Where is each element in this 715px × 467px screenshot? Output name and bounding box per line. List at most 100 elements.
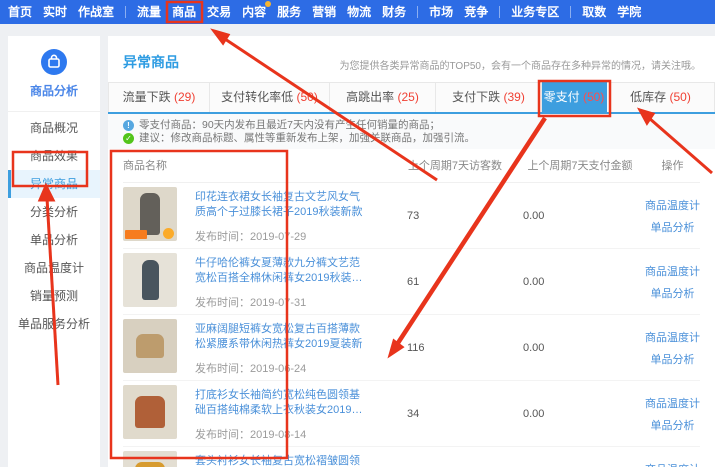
col-header-pay-amount: 上个周期7天支付金额 bbox=[515, 157, 645, 173]
nav-item-首页[interactable]: 首页 bbox=[8, 0, 32, 24]
garment-shape bbox=[136, 334, 164, 358]
anomaly-tabs: 流量下跌 (29)支付转化率低 (50)高跳出率 (25)支付下跌 (39)零支… bbox=[108, 82, 715, 114]
sidebar-item-分类分析[interactable]: 分类分析 bbox=[8, 198, 100, 226]
sidebar-item-商品概况[interactable]: 商品概况 bbox=[8, 114, 100, 142]
product-title-link[interactable]: 印花连衣裙女长袖复古文艺风女气质高个子过膝长裙子2019秋装新款 bbox=[195, 190, 367, 220]
pay-amount-value: 0.00 bbox=[515, 276, 645, 288]
product-info: 印花连衣裙女长袖复古文艺风女气质高个子过膝长裙子2019秋装新款发布时间：201… bbox=[195, 187, 367, 244]
sidebar-item-单品服务分析[interactable]: 单品服务分析 bbox=[8, 310, 100, 338]
tip-text: 零支付商品：90天内发布且最近7天内没有产生任何销量的商品； bbox=[139, 119, 440, 132]
tab-流量下跌[interactable]: 流量下跌 (29) bbox=[108, 82, 210, 112]
garment-shape bbox=[140, 193, 160, 235]
product-image[interactable] bbox=[123, 385, 177, 439]
product-image[interactable] bbox=[123, 451, 177, 467]
nav-item-交易[interactable]: 交易 bbox=[207, 0, 231, 24]
check-icon: ✓ bbox=[123, 133, 134, 144]
product-cell: 套头衬衫女长袖复古宽松褶皱圆领百搭休闲体恤上衣女2019秋装新款发布时间：201… bbox=[123, 451, 395, 467]
promo-badge bbox=[163, 228, 174, 239]
tab-count: (50) bbox=[670, 90, 691, 104]
nav-item-作战室[interactable]: 作战室 bbox=[78, 0, 114, 24]
tab-支付转化率低[interactable]: 支付转化率低 (50) bbox=[210, 82, 330, 112]
nav-item-内容[interactable]: 内容 bbox=[242, 0, 266, 24]
visitors-value: 34 bbox=[395, 408, 515, 420]
product-image[interactable] bbox=[123, 253, 177, 307]
table-row: 套头衬衫女长袖复古宽松褶皱圆领百搭休闲体恤上衣女2019秋装新款发布时间：201… bbox=[123, 447, 700, 467]
nav-item-竞争[interactable]: 竞争 bbox=[464, 0, 488, 24]
tab-label: 零支付 bbox=[544, 90, 583, 104]
sidebar-item-销量预测[interactable]: 销量预测 bbox=[8, 282, 100, 310]
nav-item-学院[interactable]: 学院 bbox=[617, 0, 641, 24]
sidebar: 商品分析 商品概况商品效果异常商品分类分析单品分析商品温度计销量预测单品服务分析 bbox=[8, 36, 100, 467]
sidebar-item-单品分析[interactable]: 单品分析 bbox=[8, 226, 100, 254]
nav-item-商品[interactable]: 商品 bbox=[172, 0, 196, 24]
nav-item-市场[interactable]: 市场 bbox=[429, 0, 453, 24]
action-link-商品温度计[interactable]: 商品温度计 bbox=[645, 197, 700, 213]
product-image[interactable] bbox=[123, 187, 177, 241]
notification-badge bbox=[265, 1, 271, 7]
tab-count: (39) bbox=[504, 90, 525, 104]
main-panel: 异常商品 为您提供各类异常商品的TOP50，会有一个商品存在多种异常的情况，请关… bbox=[108, 36, 715, 467]
visitors-value: 116 bbox=[395, 342, 515, 354]
tab-label: 支付转化率低 bbox=[221, 90, 296, 104]
action-link-商品温度计[interactable]: 商品温度计 bbox=[645, 461, 700, 467]
tab-count: (50) bbox=[297, 90, 318, 104]
actions-cell: 商品温度计单品分析 bbox=[645, 263, 700, 301]
nav-item-取数[interactable]: 取数 bbox=[582, 0, 606, 24]
product-title-link[interactable]: 套头衬衫女长袖复古宽松褶皱圆领百搭休闲体恤上衣女2019秋装新款 bbox=[195, 454, 367, 467]
divider bbox=[8, 111, 100, 112]
nav-item-流量[interactable]: 流量 bbox=[137, 0, 161, 24]
product-cell: 牛仔哈伦裤女夏薄款九分裤文艺范宽松百搭全棉休闲裤女2019秋装新款发布时间：20… bbox=[123, 253, 395, 310]
nav-item-服务[interactable]: 服务 bbox=[277, 0, 301, 24]
tab-label: 支付下跌 bbox=[452, 90, 503, 104]
action-link-单品分析[interactable]: 单品分析 bbox=[651, 285, 695, 301]
action-link-商品温度计[interactable]: 商品温度计 bbox=[645, 329, 700, 345]
tab-支付下跌[interactable]: 支付下跌 (39) bbox=[436, 82, 542, 112]
page-title: 异常商品 bbox=[123, 52, 179, 72]
nav-divider bbox=[499, 6, 500, 18]
action-link-商品温度计[interactable]: 商品温度计 bbox=[645, 263, 700, 279]
col-header-product-name: 商品名称 bbox=[123, 157, 395, 173]
app-window: 首页实时作战室流量商品交易内容服务营销物流财务市场竞争业务专区取数学院 商品分析… bbox=[0, 0, 715, 467]
pay-amount-value: 0.00 bbox=[515, 342, 645, 354]
sidebar-item-商品效果[interactable]: 商品效果 bbox=[8, 142, 100, 170]
table-row: 印花连衣裙女长袖复古文艺风女气质高个子过膝长裙子2019秋装新款发布时间：201… bbox=[123, 183, 700, 249]
product-info: 打底衫女长袖简约宽松纯色圆领基础百搭纯棉柔软上衣秋装女2019新款发布时间：20… bbox=[195, 385, 367, 442]
publish-date: 发布时间：2019-07-29 bbox=[195, 228, 367, 244]
action-link-单品分析[interactable]: 单品分析 bbox=[651, 351, 695, 367]
action-link-商品温度计[interactable]: 商品温度计 bbox=[645, 395, 700, 411]
tips-bar: !零支付商品：90天内发布且最近7天内没有产生任何销量的商品；✓建议：修改商品标… bbox=[108, 114, 715, 149]
nav-item-业务专区[interactable]: 业务专区 bbox=[511, 0, 559, 24]
publish-date: 发布时间：2019-06-24 bbox=[195, 360, 367, 376]
product-info: 牛仔哈伦裤女夏薄款九分裤文艺范宽松百搭全棉休闲裤女2019秋装新款发布时间：20… bbox=[195, 253, 367, 310]
table-header-row: 商品名称 上个周期7天访客数 上个周期7天支付金额 操作 bbox=[123, 149, 700, 183]
product-title-link[interactable]: 亚麻阔腿短裤女宽松复古百搭薄款松紧腰系带休闲热裤女2019夏装新 bbox=[195, 322, 367, 352]
product-cell: 打底衫女长袖简约宽松纯色圆领基础百搭纯棉柔软上衣秋装女2019新款发布时间：20… bbox=[123, 385, 395, 442]
sidebar-item-异常商品[interactable]: 异常商品 bbox=[8, 170, 100, 198]
nav-item-营销[interactable]: 营销 bbox=[312, 0, 336, 24]
top-nav: 首页实时作战室流量商品交易内容服务营销物流财务市场竞争业务专区取数学院 bbox=[0, 0, 715, 24]
page-note: 为您提供各类异常商品的TOP50，会有一个商品存在多种异常的情况，请关注哦。 bbox=[340, 57, 702, 72]
action-link-单品分析[interactable]: 单品分析 bbox=[651, 219, 695, 235]
col-header-actions: 操作 bbox=[645, 157, 700, 173]
product-title-link[interactable]: 打底衫女长袖简约宽松纯色圆领基础百搭纯棉柔软上衣秋装女2019新款 bbox=[195, 388, 367, 418]
action-link-单品分析[interactable]: 单品分析 bbox=[651, 417, 695, 433]
tab-count: (50) bbox=[583, 90, 604, 104]
visitors-value: 73 bbox=[395, 210, 515, 222]
product-image[interactable] bbox=[123, 319, 177, 373]
nav-item-财务[interactable]: 财务 bbox=[382, 0, 406, 24]
promo-badge bbox=[125, 230, 147, 239]
product-table: 商品名称 上个周期7天访客数 上个周期7天支付金额 操作 印花连衣裙女长袖复古文… bbox=[108, 149, 715, 467]
tab-count: (29) bbox=[174, 90, 195, 104]
nav-item-物流[interactable]: 物流 bbox=[347, 0, 371, 24]
nav-divider bbox=[417, 6, 418, 18]
nav-item-实时[interactable]: 实时 bbox=[43, 0, 67, 24]
tab-零支付[interactable]: 零支付 (50) bbox=[542, 82, 607, 112]
product-title-link[interactable]: 牛仔哈伦裤女夏薄款九分裤文艺范宽松百搭全棉休闲裤女2019秋装新款 bbox=[195, 256, 367, 286]
sidebar-menu: 商品概况商品效果异常商品分类分析单品分析商品温度计销量预测单品服务分析 bbox=[8, 114, 100, 338]
table-row: 亚麻阔腿短裤女宽松复古百搭薄款松紧腰系带休闲热裤女2019夏装新发布时间：201… bbox=[123, 315, 700, 381]
sidebar-item-商品温度计[interactable]: 商品温度计 bbox=[8, 254, 100, 282]
tab-高跳出率[interactable]: 高跳出率 (25) bbox=[330, 82, 436, 112]
tab-低库存[interactable]: 低库存 (50) bbox=[607, 82, 715, 112]
nav-divider bbox=[570, 6, 571, 18]
actions-cell: 商品温度计单品分析 bbox=[645, 395, 700, 433]
